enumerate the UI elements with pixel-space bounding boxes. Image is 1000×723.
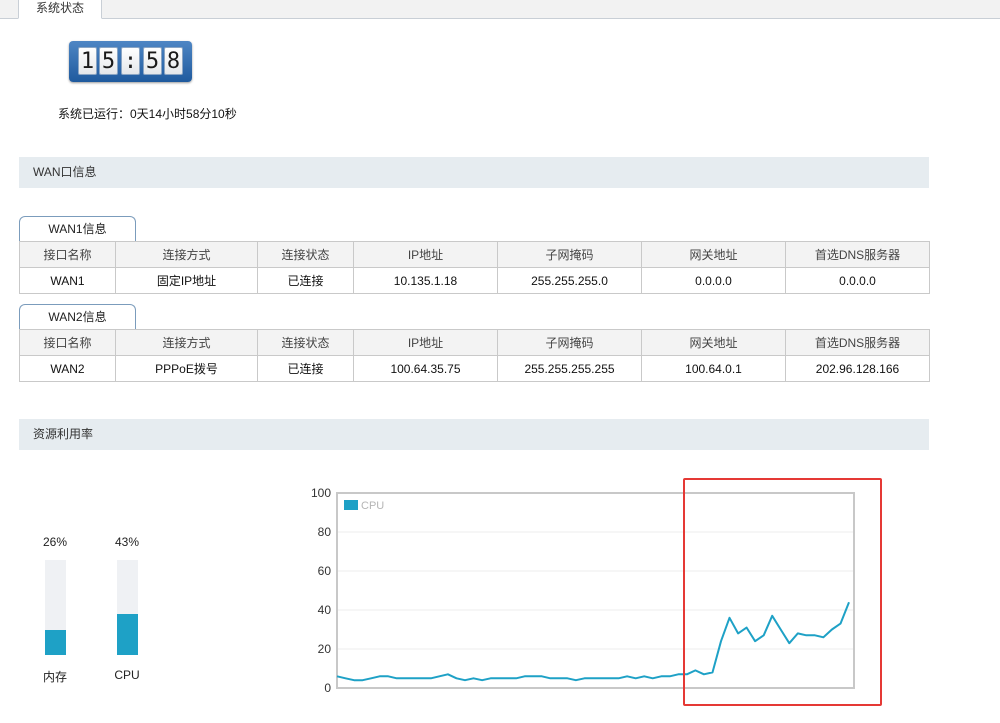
wan2-table: 接口名称 连接方式 连接状态 IP地址 子网掩码 网关地址 首选DNS服务器 W… xyxy=(19,329,930,382)
highlight-box xyxy=(683,478,882,706)
column-header: 连接状态 xyxy=(257,241,354,268)
column-header: 首选DNS服务器 xyxy=(785,241,930,268)
table-cell: 0.0.0.0 xyxy=(641,267,786,294)
table-cell: 100.64.35.75 xyxy=(353,355,498,382)
table-cell: 已连接 xyxy=(257,267,354,294)
cpu-usage-fill xyxy=(117,614,138,655)
table-cell: 100.64.0.1 xyxy=(641,355,786,382)
column-header: IP地址 xyxy=(353,329,498,356)
column-header: IP地址 xyxy=(353,241,498,268)
legend-label: CPU xyxy=(361,500,384,512)
table-cell: 255.255.255.255 xyxy=(497,355,642,382)
table-row: WAN1 固定IP地址 已连接 10.135.1.18 255.255.255.… xyxy=(19,267,930,294)
table-cell: PPPoE拨号 xyxy=(115,355,258,382)
uptime-clock: 1 5 : 5 8 xyxy=(69,41,192,82)
cpu-usage-bar xyxy=(117,560,138,655)
cpu-label: CPU xyxy=(114,668,140,682)
clock-digit: 1 xyxy=(78,47,97,75)
table-cell: 255.255.255.0 xyxy=(497,267,642,294)
uptime-text: 系统已运行：0天14小时58分10秒 xyxy=(58,107,237,121)
table-cell: WAN2 xyxy=(19,355,116,382)
table-cell: 10.135.1.18 xyxy=(353,267,498,294)
column-header: 接口名称 xyxy=(19,329,116,356)
tab-system-status[interactable]: 系统状态 xyxy=(18,0,102,19)
y-tick-label: 100 xyxy=(311,486,331,500)
wan1-tab[interactable]: WAN1信息 xyxy=(19,216,136,241)
wan1-table: 接口名称 连接方式 连接状态 IP地址 子网掩码 网关地址 首选DNS服务器 W… xyxy=(19,241,930,294)
column-header: 网关地址 xyxy=(641,241,786,268)
table-cell: 固定IP地址 xyxy=(115,267,258,294)
column-header: 网关地址 xyxy=(641,329,786,356)
y-tick-label: 40 xyxy=(318,603,332,617)
section-wan-info: WAN口信息 xyxy=(19,157,929,188)
clock-digit: 8 xyxy=(164,47,183,75)
table-cell: 202.96.128.166 xyxy=(785,355,930,382)
column-header: 接口名称 xyxy=(19,241,116,268)
tab-bar: 系统状态 xyxy=(0,0,1000,19)
table-row: WAN2 PPPoE拨号 已连接 100.64.35.75 255.255.25… xyxy=(19,355,930,382)
cpu-percent: 43% xyxy=(114,535,140,549)
table-cell: 0.0.0.0 xyxy=(785,267,930,294)
y-tick-label: 80 xyxy=(318,525,332,539)
table-header-row: 接口名称 连接方式 连接状态 IP地址 子网掩码 网关地址 首选DNS服务器 xyxy=(19,329,930,356)
column-header: 首选DNS服务器 xyxy=(785,329,930,356)
wan2-tab[interactable]: WAN2信息 xyxy=(19,304,136,329)
y-tick-label: 20 xyxy=(318,642,332,656)
column-header: 连接状态 xyxy=(257,329,354,356)
y-tick-label: 0 xyxy=(324,681,331,695)
column-header: 子网掩码 xyxy=(497,241,642,268)
legend-swatch xyxy=(344,500,358,510)
table-cell: WAN1 xyxy=(19,267,116,294)
memory-usage-fill xyxy=(45,630,66,655)
column-header: 连接方式 xyxy=(115,329,258,356)
clock-colon: : xyxy=(121,47,140,75)
clock-digit: 5 xyxy=(143,47,162,75)
column-header: 子网掩码 xyxy=(497,329,642,356)
table-cell: 已连接 xyxy=(257,355,354,382)
table-header-row: 接口名称 连接方式 连接状态 IP地址 子网掩码 网关地址 首选DNS服务器 xyxy=(19,241,930,268)
y-tick-label: 60 xyxy=(318,564,332,578)
memory-usage-bar xyxy=(45,560,66,655)
memory-label: 内存 xyxy=(42,670,67,684)
memory-percent: 26% xyxy=(42,535,68,549)
clock-digit: 5 xyxy=(99,47,118,75)
column-header: 连接方式 xyxy=(115,241,258,268)
section-resource-usage: 资源利用率 xyxy=(19,419,929,450)
